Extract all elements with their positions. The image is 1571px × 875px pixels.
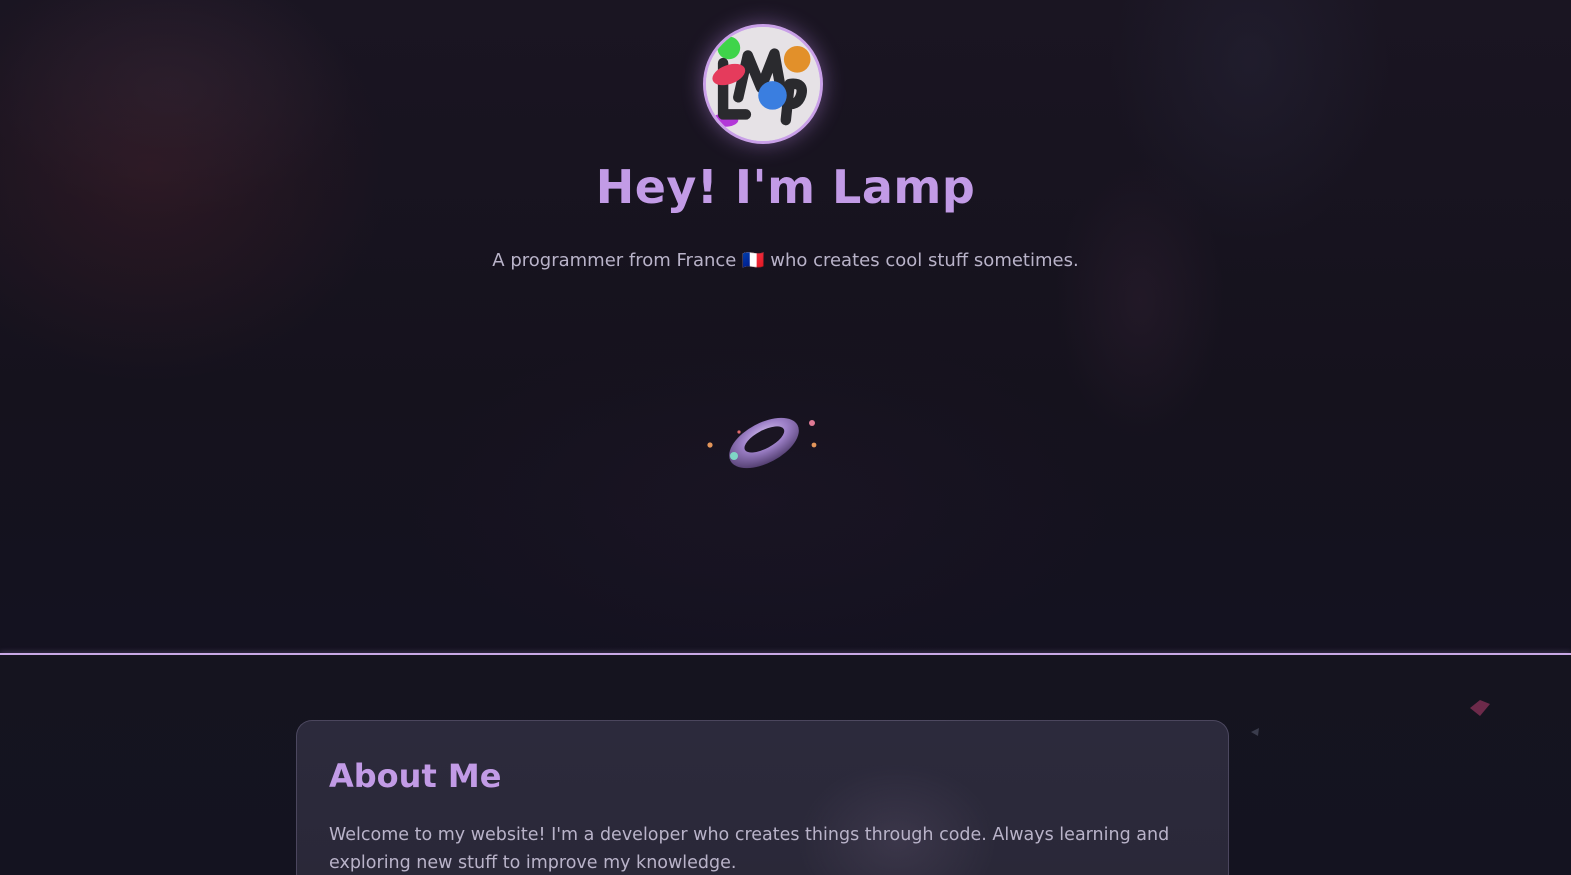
triangle-shape-icon [1251,728,1259,736]
hero-title: Hey! I'm Lamp [595,160,976,214]
hero-section: Hey! I'm Lamp A programmer from France 🇫… [0,0,1571,655]
hero-subtitle: A programmer from France 🇫🇷 who creates … [492,250,1079,271]
torus-3d-icon [707,417,817,469]
diamond-shape-icon [1470,700,1490,716]
avatar-logo-icon [706,27,820,141]
about-card: About Me Welcome to my website! I'm a de… [296,720,1229,875]
about-text: Welcome to my website! I'm a developer w… [329,825,1170,873]
about-title: About Me [329,757,502,795]
avatar [703,24,823,144]
